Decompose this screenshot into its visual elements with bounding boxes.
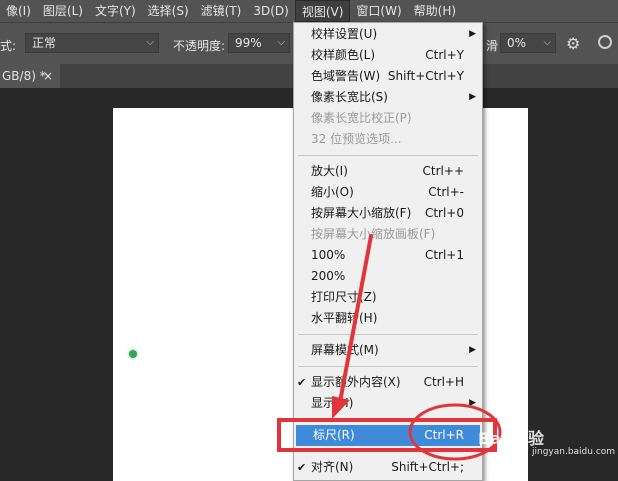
menu-help[interactable]: 帮助(H) — [408, 0, 462, 22]
opacity-label: 不透明度: — [173, 39, 226, 53]
menu-item-fit-on-screen[interactable]: 按屏幕大小缩放(F) Ctrl+0 — [294, 203, 482, 224]
menu-3d[interactable]: 3D(D) — [247, 0, 294, 22]
menu-item-extras[interactable]: ✔ 显示额外内容(X) Ctrl+H — [294, 372, 482, 393]
brush-dot — [129, 350, 137, 358]
submenu-arrow-icon: ▶ — [469, 29, 476, 39]
watermark-site: jingyan.baidu.com — [532, 447, 616, 457]
menu-select[interactable]: 选择(S) — [142, 0, 195, 22]
menu-item-pixel-aspect-ratio[interactable]: 像素长宽比(S) ▶ — [294, 87, 482, 108]
menu-layer[interactable]: 图层(L) — [37, 0, 89, 22]
menu-item-proof-setup[interactable]: 校样设置(U) ▶ — [294, 24, 482, 45]
close-icon[interactable]: × — [43, 64, 53, 88]
menu-item-screen-mode[interactable]: 屏幕模式(M) ▶ — [294, 340, 482, 361]
menu-separator — [298, 366, 478, 367]
menu-item-proof-colors[interactable]: 校样颜色(L) Ctrl+Y — [294, 45, 482, 66]
checkmark-icon: ✔ — [297, 376, 307, 389]
checkmark-icon: ✔ — [297, 461, 307, 474]
opacity-select[interactable]: 99% ⌵ — [228, 33, 290, 53]
chevron-down-icon: ⌵ — [146, 37, 154, 48]
menu-filter[interactable]: 滤镜(T) — [195, 0, 248, 22]
view-menu-dropdown: 校样设置(U) ▶ 校样颜色(L) Ctrl+Y 色域警告(W) Shift+C… — [293, 22, 483, 481]
blend-mode-value: 正常 — [32, 36, 57, 50]
menu-item-pixel-aspect-correction: 像素长宽比校正(P) — [311, 111, 412, 125]
menu-window[interactable]: 窗口(W) — [350, 0, 407, 22]
menu-item-32bit-preview: 32 位预览选项... — [311, 132, 402, 146]
menu-item-show[interactable]: 显示(H) ▶ — [294, 393, 482, 414]
menu-separator — [298, 419, 478, 420]
mode-label: 式: — [0, 39, 17, 53]
menu-item-gamut-warning[interactable]: 色域警告(W) Shift+Ctrl+Y — [294, 66, 482, 87]
menu-separator — [298, 334, 478, 335]
document-tab-title: GB/8) * — [2, 69, 46, 83]
menu-item-zoom-out[interactable]: 缩小(O) Ctrl+- — [294, 182, 482, 203]
document-tab[interactable]: GB/8) * × — [0, 64, 60, 88]
menu-item-fit-artboard: 按屏幕大小缩放画板(F) — [311, 227, 436, 241]
flow-label: 滑 — [486, 39, 499, 53]
chevron-down-icon: ⌵ — [277, 37, 285, 48]
gear-icon[interactable]: ⚙ — [566, 34, 580, 53]
menu-item-rulers[interactable]: 标尺(R) Ctrl+R — [296, 425, 480, 446]
menu-type[interactable]: 文字(Y) — [89, 0, 142, 22]
menu-bar: 像(I) 图层(L) 文字(Y) 选择(S) 滤镜(T) 3D(D) 视图(V)… — [0, 0, 618, 22]
opacity-value: 99% — [235, 36, 262, 50]
menu-item-100-percent[interactable]: 100% Ctrl+1 — [294, 245, 482, 266]
submenu-arrow-icon: ▶ — [469, 92, 476, 102]
submenu-arrow-icon: ▶ — [469, 345, 476, 355]
menu-separator — [298, 155, 478, 156]
baidu-jingyan-watermark: Bai 经验 jingyan.baidu.com — [478, 425, 616, 465]
chevron-down-icon: ⌵ — [543, 37, 551, 48]
menu-view[interactable]: 视图(V) — [294, 0, 351, 22]
menu-item-flip-horizontal[interactable]: 水平翻转(H) — [294, 308, 482, 329]
menu-item-zoom-in[interactable]: 放大(I) Ctrl++ — [294, 161, 482, 182]
submenu-arrow-icon: ▶ — [469, 398, 476, 408]
menu-image[interactable]: 像(I) — [0, 0, 37, 22]
watermark-brand: Bai 经验 — [478, 429, 545, 448]
menu-item-snap[interactable]: ✔ 对齐(N) Shift+Ctrl+; — [294, 457, 482, 478]
menu-item-200-percent[interactable]: 200% — [294, 266, 482, 287]
blend-mode-select[interactable]: 正常 ⌵ — [25, 33, 159, 53]
menu-item-print-size[interactable]: 打印尺寸(Z) — [294, 287, 482, 308]
flow-value: 0% — [507, 36, 527, 50]
menu-separator — [298, 451, 478, 452]
pressure-icon[interactable] — [598, 35, 612, 49]
flow-select[interactable]: 0% ⌵ — [500, 33, 556, 53]
